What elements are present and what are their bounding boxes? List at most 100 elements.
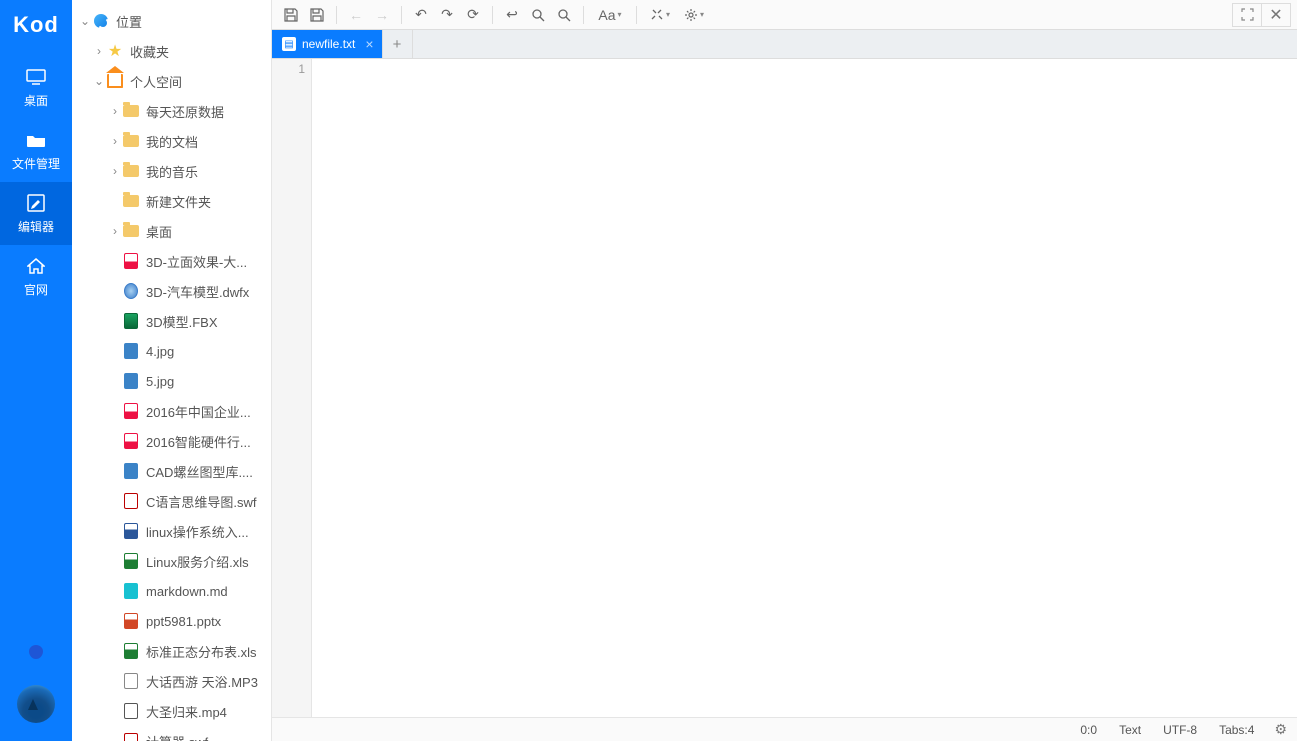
tree-root-location[interactable]: ⌄ 位置 [74, 6, 271, 36]
nav-forward-button[interactable]: → [369, 3, 395, 27]
tree-label: CAD螺丝图型库.... [146, 462, 265, 481]
tree-file[interactable]: CAD螺丝图型库.... [74, 456, 271, 486]
file-icon [122, 732, 140, 741]
tree-folder[interactable]: ›我的音乐 [74, 156, 271, 186]
file-icon [122, 642, 140, 660]
status-position[interactable]: 0:0 [1080, 723, 1097, 737]
chevron-right-icon[interactable]: › [108, 224, 122, 238]
chevron-down-icon[interactable]: ⌄ [92, 74, 106, 88]
fullscreen-button[interactable] [1232, 3, 1262, 27]
tree-folder[interactable]: 新建文件夹 [74, 186, 271, 216]
refresh-button[interactable]: ⟳ [460, 3, 486, 27]
tree-file[interactable]: 大话西游 天浴.MP3 [74, 666, 271, 696]
undo-button[interactable]: ↶ [408, 3, 434, 27]
tab-add-button[interactable]: + [383, 30, 413, 58]
gear-icon[interactable]: ⚙ [1274, 721, 1287, 738]
settings-button[interactable]: ▾ [677, 3, 711, 27]
tools-button[interactable]: ▾ [643, 3, 677, 27]
tree-file[interactable]: 计算器 swf [74, 726, 271, 741]
tree-label: 桌面 [146, 222, 265, 241]
tree-folder[interactable]: ›我的文档 [74, 126, 271, 156]
tree-file[interactable]: 2016智能硬件行... [74, 426, 271, 456]
chevron-down-icon: ▾ [618, 10, 622, 19]
folder-icon [122, 192, 140, 210]
tree-label: 每天还原数据 [146, 102, 265, 121]
tree-file[interactable]: 5.jpg [74, 366, 271, 396]
home-icon [0, 255, 72, 277]
separator [401, 6, 402, 24]
tree-label: 3D模型.FBX [146, 312, 265, 331]
tree-label: 4.jpg [146, 344, 265, 359]
code-area[interactable]: 1 [272, 59, 1297, 717]
file-icon [122, 282, 140, 300]
rail-item-desktop[interactable]: 桌面 [0, 56, 72, 119]
tree-favorites[interactable]: › ★ 收藏夹 [74, 36, 271, 66]
font-button[interactable]: Aa▾ [590, 3, 630, 27]
file-icon [122, 672, 140, 690]
chevron-right-icon[interactable]: › [92, 44, 106, 58]
tree-file[interactable]: 标准正态分布表.xls [74, 636, 271, 666]
folder-icon [122, 162, 140, 180]
save-all-button[interactable] [304, 3, 330, 27]
tree-file[interactable]: 3D-立面效果-大... [74, 246, 271, 276]
tree-folder[interactable]: › 每天还原数据 [74, 96, 271, 126]
file-icon [122, 372, 140, 390]
tree-label: markdown.md [146, 584, 265, 599]
avatar[interactable] [17, 685, 55, 723]
file-tree[interactable]: ⌄ 位置 › ★ 收藏夹 ⌄ 个人空间 › 每天还原数据 ›我的文档›我的音乐新建文… [72, 0, 272, 741]
chevron-right-icon[interactable]: › [108, 164, 122, 178]
tree-file[interactable]: ppt5981.pptx [74, 606, 271, 636]
close-icon[interactable]: × [365, 36, 373, 52]
chevron-down-icon: ▾ [700, 10, 704, 19]
separator [636, 6, 637, 24]
status-syntax[interactable]: Text [1119, 723, 1141, 737]
chevron-right-icon[interactable]: › [108, 104, 122, 118]
tree-label: 收藏夹 [130, 42, 265, 61]
tree-file[interactable]: 4.jpg [74, 336, 271, 366]
tree-file[interactable]: 大圣归来.mp4 [74, 696, 271, 726]
close-button[interactable]: ✕ [1261, 3, 1291, 27]
chevron-down-icon[interactable]: ⌄ [78, 14, 92, 28]
tab-newfile[interactable]: ▤ newfile.txt × [272, 30, 383, 58]
file-icon [122, 432, 140, 450]
star-icon: ★ [106, 42, 124, 60]
save-button[interactable] [278, 3, 304, 27]
rail-item-web[interactable]: 官网 [0, 245, 72, 308]
bell-icon[interactable] [29, 645, 43, 659]
status-encoding[interactable]: UTF-8 [1163, 723, 1197, 737]
tree-personal-space[interactable]: ⌄ 个人空间 [74, 66, 271, 96]
revert-button[interactable]: ↩ [499, 3, 525, 27]
editor-tabs: ▤ newfile.txt × + [272, 30, 1297, 59]
chevron-right-icon[interactable]: › [108, 134, 122, 148]
tree-folder[interactable]: › 桌面 [74, 216, 271, 246]
line-number: 1 [272, 61, 305, 77]
edit-icon [0, 192, 72, 214]
tree-label: 3D-立面效果-大... [146, 252, 265, 271]
nav-back-button[interactable]: ← [343, 3, 369, 27]
rail-item-editor[interactable]: 编辑器 [0, 182, 72, 245]
tree-file[interactable]: linux操作系统入... [74, 516, 271, 546]
rail-label: 编辑器 [0, 218, 72, 235]
file-icon [122, 702, 140, 720]
tree-label: 大话西游 天浴.MP3 [146, 672, 265, 691]
editor-area: ← → ↶ ↷ ⟳ ↩ Aa▾ ▾ ▾ ✕ [272, 0, 1297, 741]
folder-icon [122, 132, 140, 150]
separator [492, 6, 493, 24]
file-icon [122, 552, 140, 570]
search-button[interactable] [525, 3, 551, 27]
search-all-button[interactable] [551, 3, 577, 27]
tree-file[interactable]: 3D模型.FBX [74, 306, 271, 336]
status-tabs[interactable]: Tabs:4 [1219, 723, 1254, 737]
separator [583, 6, 584, 24]
file-icon [122, 312, 140, 330]
rail-item-files[interactable]: 文件管理 [0, 119, 72, 182]
redo-button[interactable]: ↷ [434, 3, 460, 27]
tree-file[interactable]: markdown.md [74, 576, 271, 606]
tree-file[interactable]: 2016年中国企业... [74, 396, 271, 426]
code-body[interactable] [312, 59, 1297, 717]
location-icon [92, 12, 110, 30]
tree-file[interactable]: C语言思维导图.swf [74, 486, 271, 516]
tree-file[interactable]: Linux服务介绍.xls [74, 546, 271, 576]
file-icon [122, 252, 140, 270]
tree-file[interactable]: 3D-汽车模型.dwfx [74, 276, 271, 306]
